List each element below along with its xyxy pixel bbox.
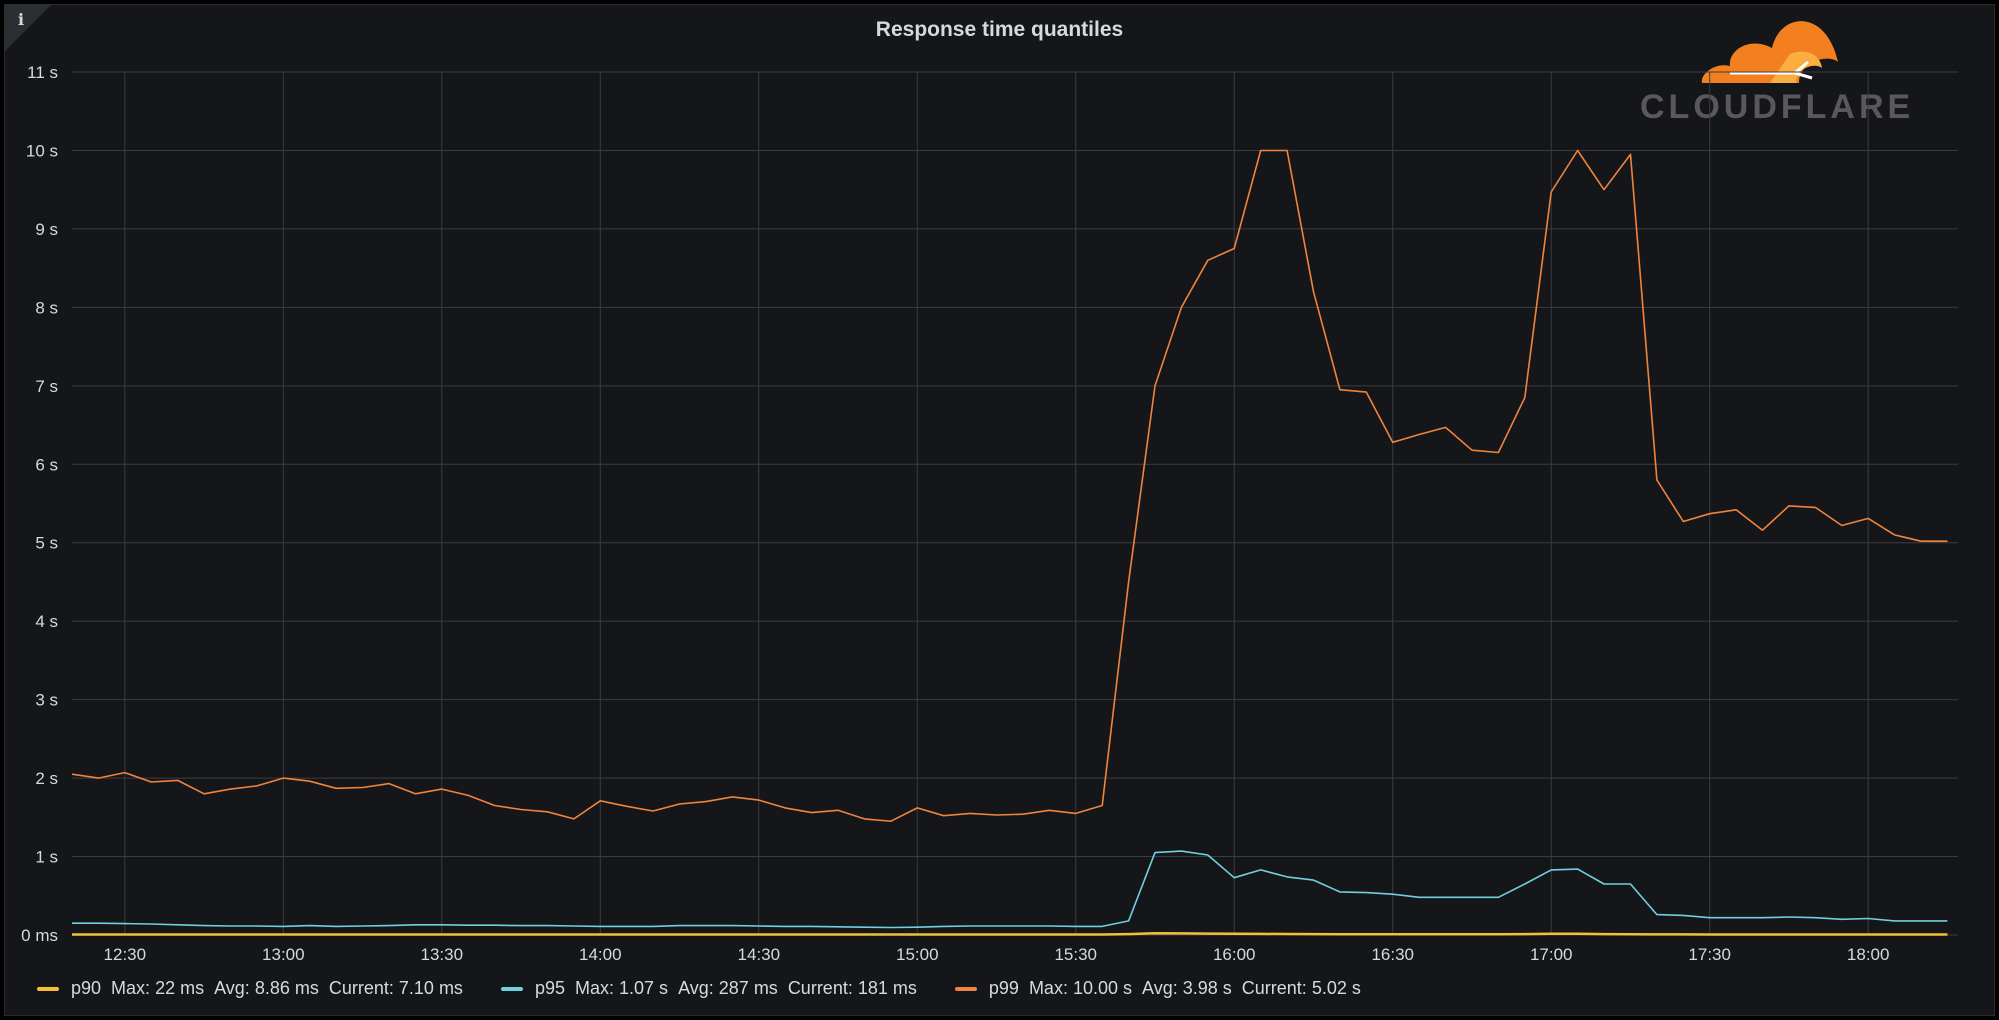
legend-item-p90[interactable]: p90 Max: 22 ms Avg: 8.86 ms Current: 7.1… <box>37 978 473 999</box>
legend-current: Current: 5.02 s <box>1241 978 1361 998</box>
y-tick-label: 3 s <box>35 691 58 710</box>
x-tick-label: 16:00 <box>1213 945 1256 964</box>
legend-current: Current: 181 ms <box>787 978 917 998</box>
y-tick-label: 5 s <box>35 534 58 553</box>
x-tick-label: 12:30 <box>104 945 147 964</box>
x-tick-label: 13:00 <box>262 945 305 964</box>
y-tick-label: 2 s <box>35 769 58 788</box>
grid <box>72 71 1958 936</box>
legend-max: Max: 1.07 s <box>574 978 669 998</box>
y-tick-label: 10 s <box>26 141 58 160</box>
x-tick-label: 15:00 <box>896 945 939 964</box>
chart-panel: i Response time quantiles CLOUDFLARE 0 m… <box>4 4 1995 1016</box>
x-tick-label: 18:00 <box>1847 945 1890 964</box>
line-chart[interactable]: 0 ms1 s2 s3 s4 s5 s6 s7 s8 s9 s10 s11 s … <box>5 5 1996 1017</box>
x-tick-label: 15:30 <box>1054 945 1097 964</box>
x-tick-label: 17:30 <box>1688 945 1731 964</box>
x-tick-label: 16:30 <box>1371 945 1414 964</box>
y-tick-label: 8 s <box>35 298 58 317</box>
y-axis: 0 ms 1 s 2 s 3 s 4 s 5 s 6 s 7 s 8 s 9 s 10 s 11 s <box>21 63 58 945</box>
y-tick-label: 0 ms <box>21 926 58 945</box>
legend-max: Max: 10.00 s <box>1028 978 1133 998</box>
legend-avg: Avg: 8.86 ms <box>214 978 319 998</box>
legend-series-name: p99 <box>988 978 1019 998</box>
x-tick-label: 17:00 <box>1530 945 1573 964</box>
y-tick-label: 6 s <box>35 455 58 474</box>
legend-series-name: p95 <box>534 978 565 998</box>
x-axis: 12:30 13:00 13:30 14:00 14:30 15:00 15:30 16:00… <box>104 945 1890 964</box>
legend-swatch <box>500 986 523 991</box>
x-tick-label: 14:30 <box>738 945 781 964</box>
x-tick-label: 13:30 <box>421 945 464 964</box>
legend: p90 Max: 22 ms Avg: 8.86 ms Current: 7.1… <box>37 978 1371 999</box>
y-tick-label: 7 s <box>35 377 58 396</box>
y-tick-label: 11 s <box>27 63 58 82</box>
legend-series-name: p90 <box>71 978 102 998</box>
legend-item-p95[interactable]: p95 Max: 1.07 s Avg: 287 ms Current: 181… <box>500 978 927 999</box>
legend-max: Max: 22 ms <box>111 978 205 998</box>
legend-current: Current: 7.10 ms <box>328 978 463 998</box>
legend-avg: Avg: 287 ms <box>678 978 778 998</box>
legend-swatch <box>37 986 59 991</box>
series-line-p95[interactable] <box>72 850 1948 929</box>
y-tick-label: 1 s <box>35 848 58 867</box>
legend-swatch <box>954 986 977 991</box>
y-tick-label: 9 s <box>35 220 58 239</box>
series-line-p99[interactable] <box>71 149 1948 823</box>
series-line-p90[interactable] <box>72 932 1948 936</box>
x-tick-label: 14:00 <box>579 945 622 964</box>
y-tick-label: 4 s <box>35 612 58 631</box>
legend-avg: Avg: 3.98 s <box>1142 978 1232 998</box>
legend-item-p99[interactable]: p99 Max: 10.00 s Avg: 3.98 s Current: 5.… <box>954 978 1371 999</box>
